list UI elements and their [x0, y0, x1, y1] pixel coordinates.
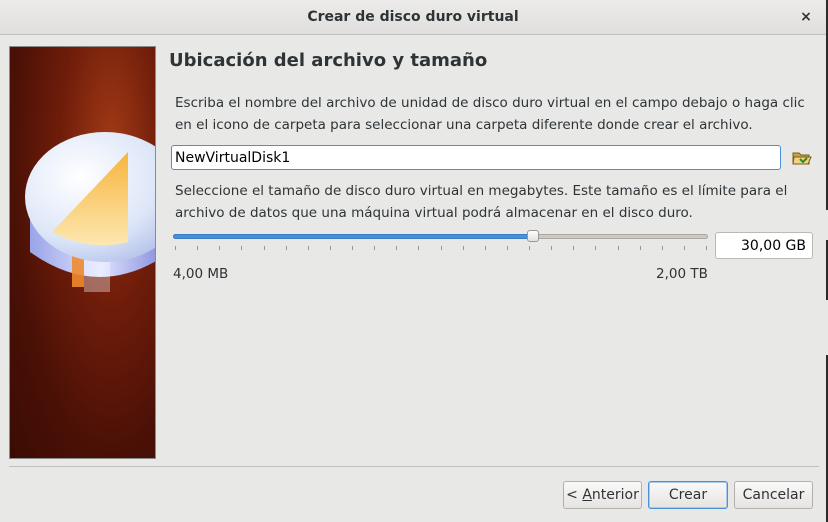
size-description: Seleccione el tamaño de disco duro virtu…	[175, 183, 788, 221]
slider-tick	[529, 246, 530, 250]
slider-tick	[241, 246, 242, 250]
slider-tick	[396, 246, 397, 250]
slider-tick	[441, 246, 442, 250]
folder-open-icon[interactable]	[791, 148, 813, 168]
slider-tick	[175, 246, 176, 250]
slider-tick	[485, 246, 486, 250]
file-name-input[interactable]	[171, 145, 781, 170]
slider-tick	[352, 246, 353, 250]
size-input[interactable]	[715, 232, 813, 259]
back-button-prefix: <	[566, 487, 583, 503]
slider-tick	[463, 246, 464, 250]
slider-tick	[640, 246, 641, 250]
title-bar: Crear de disco duro virtual ×	[0, 0, 826, 35]
back-button-mnemonic: A	[582, 487, 592, 503]
window-title: Crear de disco duro virtual	[307, 9, 519, 25]
size-range-max: 2,00 TB	[656, 266, 708, 282]
location-description: Escriba el nombre del archivo de unidad …	[175, 95, 805, 133]
size-range-min: 4,00 MB	[173, 266, 229, 282]
slider-tick	[418, 246, 419, 250]
size-slider-fill	[173, 234, 533, 239]
cancel-button[interactable]: Cancelar	[734, 481, 813, 509]
back-button-label: nterior	[591, 487, 639, 503]
back-button[interactable]: < Anterior	[563, 481, 642, 509]
slider-tick	[330, 246, 331, 250]
slider-tick	[264, 246, 265, 250]
page-title: Ubicación del archivo y tamaño	[169, 50, 488, 71]
slider-tick	[219, 246, 220, 250]
slider-tick	[662, 246, 663, 250]
slider-tick	[308, 246, 309, 250]
size-slider-handle[interactable]	[527, 230, 539, 242]
footer-separator	[9, 466, 819, 467]
hard-disk-illustration	[25, 132, 155, 292]
slider-tick	[286, 246, 287, 250]
slider-tick	[573, 246, 574, 250]
close-icon[interactable]: ×	[796, 7, 816, 27]
slider-tick	[551, 246, 552, 250]
create-button[interactable]: Crear	[648, 481, 728, 509]
slider-tick	[618, 246, 619, 250]
wizard-banner-image	[9, 46, 156, 459]
slider-tick	[197, 246, 198, 250]
slider-tick	[507, 246, 508, 250]
slider-tick	[706, 246, 707, 250]
slider-tick	[595, 246, 596, 250]
slider-tick	[374, 246, 375, 250]
slider-tick	[684, 246, 685, 250]
